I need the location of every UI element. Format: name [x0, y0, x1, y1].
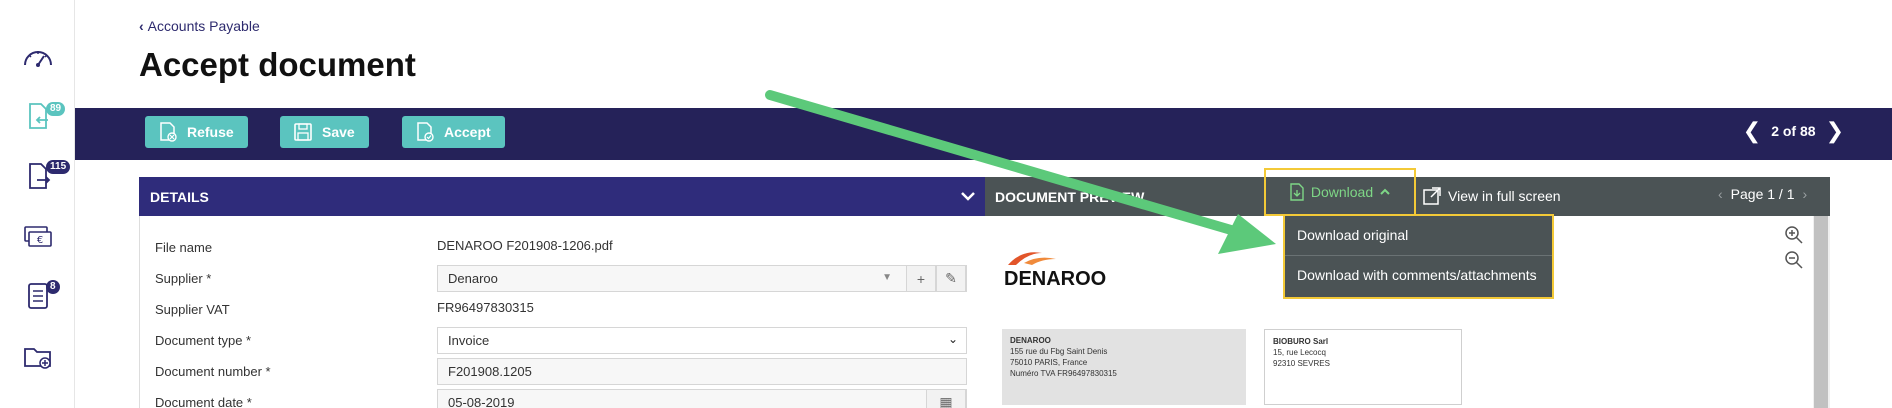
document-pager: ❮ 2 of 88 ❯: [1743, 120, 1844, 142]
document-type-label: Document type *: [155, 333, 252, 348]
sender-address-block: DENAROO 155 rue du Fbg Saint Denis 75010…: [1002, 329, 1246, 405]
supplier-vat-value: FR96497830315: [437, 300, 534, 315]
rail-item-folders[interactable]: [0, 334, 75, 378]
action-toolbar: Refuse Save Accept ❮ 2 of 88 ❯: [75, 108, 1892, 160]
document-date-value: 05-08-2019: [448, 395, 515, 408]
preview-title: DOCUMENT PREVIEW: [995, 188, 1145, 205]
refuse-button[interactable]: Refuse: [145, 116, 248, 148]
recipient-line: 15, rue Lecocq: [1273, 348, 1326, 357]
preview-page-indicator: ‹ Page 1 / 1 ›: [1718, 186, 1807, 202]
download-label: Download: [1310, 184, 1374, 200]
document-date-label: Document date *: [155, 395, 252, 408]
file-name-row: File name DENAROO F201908-1206.pdf: [140, 232, 986, 262]
accept-icon: [417, 122, 434, 142]
sender-line: 155 rue du Fbg Saint Denis: [1010, 347, 1108, 356]
page-label: Page 1 / 1: [1730, 186, 1795, 202]
euro-bills-icon: €: [23, 226, 52, 247]
speedometer-icon: [23, 51, 52, 67]
file-name-label: File name: [155, 240, 213, 255]
previous-document-icon[interactable]: ❮: [1743, 120, 1761, 142]
supplier-vat-label: Supplier VAT: [155, 302, 230, 317]
rail-item-outgoing[interactable]: 115: [0, 154, 75, 198]
details-title: DETAILS: [150, 188, 209, 205]
incoming-count-badge: 89: [46, 102, 66, 116]
supplier-value: Denaroo: [448, 271, 498, 286]
save-label: Save: [322, 124, 355, 140]
fullscreen-label: View in full screen: [1448, 188, 1561, 204]
download-dropdown-menu: Download original Download with comments…: [1283, 214, 1554, 299]
next-page-icon[interactable]: ›: [1803, 186, 1808, 202]
view-fullscreen-button[interactable]: View in full screen: [1422, 186, 1561, 206]
folder-add-icon: [23, 348, 51, 369]
rail-item-incoming[interactable]: 89: [0, 94, 75, 138]
recipient-name: BIOBURO Sarl: [1273, 337, 1329, 346]
lists-count-badge: 8: [46, 280, 60, 294]
document-type-row: Document type * Invoice ⌄: [140, 325, 986, 355]
next-document-icon[interactable]: ❯: [1826, 120, 1844, 142]
document-date-row: Document date * 05-08-2019 ▦: [140, 387, 986, 408]
external-window-icon: [1423, 187, 1441, 205]
caret-down-icon: ▼: [882, 272, 892, 283]
outgoing-count-badge: 115: [46, 160, 71, 174]
left-nav-rail: 89 115 € 8: [0, 0, 75, 408]
breadcrumb[interactable]: ‹ Accounts Payable: [139, 18, 260, 34]
supplier-select[interactable]: Denaroo ▼ + ✎: [437, 265, 967, 292]
preview-scrollbar-thumb[interactable]: [1814, 216, 1828, 408]
previous-page-icon[interactable]: ‹: [1718, 186, 1723, 202]
document-number-row: Document number * F201908.1205: [140, 356, 986, 386]
accept-label: Accept: [444, 124, 491, 140]
edit-supplier-icon[interactable]: ✎: [936, 265, 966, 292]
recipient-line: 92310 SEVRES: [1273, 359, 1330, 368]
document-type-select[interactable]: Invoice ⌄: [437, 327, 967, 354]
download-original-item[interactable]: Download original: [1285, 216, 1552, 256]
calendar-icon[interactable]: ▦: [926, 389, 966, 408]
sender-line: 75010 PARIS, France: [1010, 358, 1088, 367]
page-title: Accept document: [139, 46, 416, 83]
pager-text: 2 of 88: [1771, 123, 1816, 139]
document-number-input[interactable]: F201908.1205: [437, 358, 967, 385]
zoom-out-icon[interactable]: [1784, 250, 1804, 270]
breadcrumb-link[interactable]: Accounts Payable: [148, 18, 260, 34]
recipient-address-block: BIOBURO Sarl 15, rue Lecocq 92310 SEVRES: [1264, 329, 1462, 405]
rail-item-dashboard[interactable]: [0, 36, 75, 80]
sender-name: DENAROO: [1010, 336, 1051, 345]
chevron-down-icon[interactable]: [959, 187, 977, 205]
document-type-value: Invoice: [448, 333, 490, 348]
download-button[interactable]: Download: [1264, 168, 1416, 216]
details-form: File name DENAROO F201908-1206.pdf Suppl…: [139, 216, 985, 408]
refuse-icon: [160, 122, 177, 142]
logo-text: DENAROO: [1004, 268, 1106, 290]
document-number-value: F201908.1205: [448, 364, 532, 379]
download-with-comments-item[interactable]: Download with comments/attachments: [1285, 256, 1552, 296]
chevron-left-icon: ‹: [139, 18, 144, 34]
zoom-in-icon[interactable]: [1784, 225, 1804, 245]
accept-button[interactable]: Accept: [402, 116, 505, 148]
rail-item-lists[interactable]: 8: [0, 274, 75, 318]
chevron-up-icon: [1380, 188, 1390, 195]
supplier-vat-row: Supplier VAT FR96497830315: [140, 294, 986, 324]
details-panel-header[interactable]: DETAILS: [139, 177, 985, 216]
refuse-label: Refuse: [187, 124, 234, 140]
download-file-icon: [1290, 183, 1304, 201]
supplier-row: Supplier * Denaroo ▼ + ✎: [140, 263, 986, 293]
supplier-label: Supplier *: [155, 271, 212, 286]
document-date-input[interactable]: 05-08-2019 ▦: [437, 389, 967, 408]
save-icon: [294, 123, 312, 141]
svg-text:€: €: [36, 235, 42, 246]
file-name-value: DENAROO F201908-1206.pdf: [437, 238, 613, 253]
denaroo-logo: DENAROO: [1004, 252, 1106, 290]
document-number-label: Document number *: [155, 364, 271, 379]
save-button[interactable]: Save: [280, 116, 369, 148]
rail-item-payments[interactable]: €: [0, 214, 75, 258]
chevron-down-icon: ⌄: [947, 332, 958, 346]
sender-line: Numéro TVA FR96497830315: [1010, 369, 1117, 378]
add-supplier-icon[interactable]: +: [906, 265, 936, 292]
